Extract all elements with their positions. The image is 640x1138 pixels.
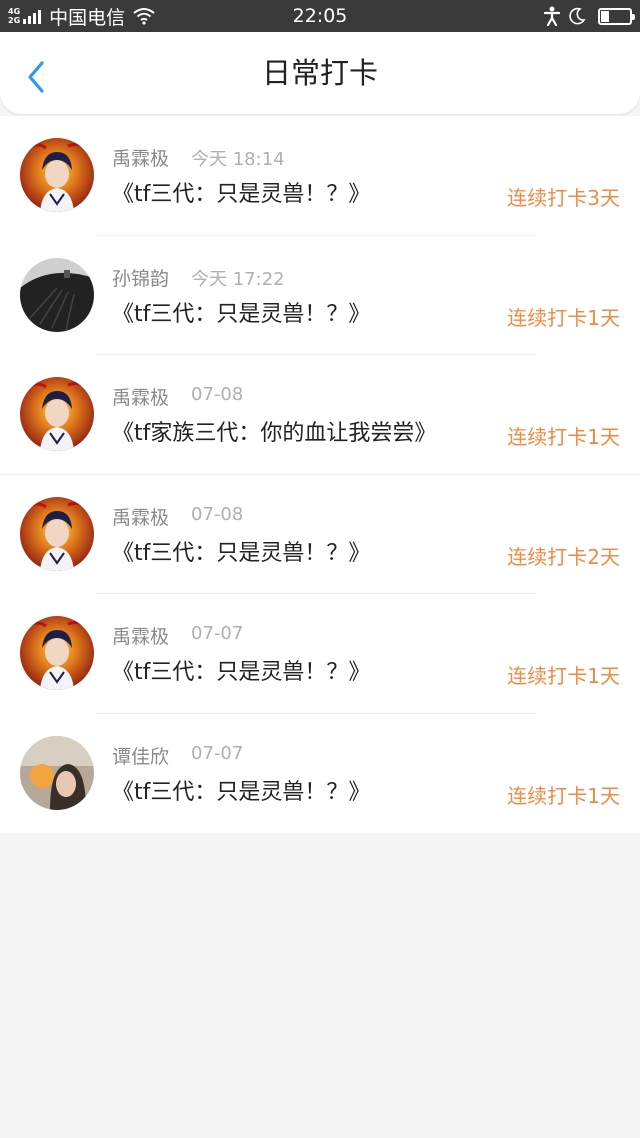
post-time: 今天 17:22	[191, 268, 285, 290]
avatar[interactable]	[20, 377, 94, 451]
avatar[interactable]	[20, 616, 94, 690]
streak-badge: 连续打卡1天	[507, 664, 620, 688]
avatar[interactable]	[20, 257, 94, 332]
user-name[interactable]: 禹霖极	[112, 144, 169, 171]
avatar[interactable]	[20, 496, 94, 571]
post-title[interactable]: 《tf三代：只是灵兽！？》	[112, 654, 370, 686]
user-name[interactable]: 谭佳欣	[112, 742, 169, 769]
user-name[interactable]: 禹霖极	[112, 622, 169, 649]
streak-badge: 连续打卡1天	[507, 305, 620, 330]
user-name[interactable]: 禹霖极	[112, 383, 169, 410]
streak-badge: 连续打卡1天	[507, 425, 620, 449]
list-item[interactable]: 禹霖极 07-08 《tf家族三代：你的血让我尝尝》 连续打卡1天	[0, 355, 640, 475]
list-item[interactable]: 孙锦韵 今天 17:22 《tf三代：只是灵兽！？》 连续打卡1天	[0, 236, 640, 355]
accessibility-icon	[544, 6, 560, 26]
checkin-list: 禹霖极 今天 18:14 《tf三代：只是灵兽！？》 连续打卡3天 孙锦韵 今天…	[0, 116, 640, 833]
post-title[interactable]: 《tf三代：只是灵兽！？》	[112, 176, 370, 208]
post-title[interactable]: 《tf三代：只是灵兽！？》	[112, 535, 370, 567]
streak-badge: 连续打卡2天	[507, 544, 620, 569]
battery-level	[601, 10, 610, 22]
avatar[interactable]	[20, 138, 94, 212]
fan-avatar-image	[20, 257, 94, 332]
streak-badge: 连续打卡3天	[507, 186, 620, 210]
girl-avatar-image	[20, 735, 94, 810]
avatar[interactable]	[20, 735, 94, 810]
post-time: 07-08	[191, 503, 244, 525]
list-item[interactable]: 禹霖极 07-08 《tf三代：只是灵兽！？》 连续打卡2天	[0, 475, 640, 594]
post-time: 07-07	[191, 742, 244, 764]
battery-icon	[598, 7, 635, 25]
portrait-avatar-image	[20, 496, 94, 571]
portrait-avatar-image	[20, 616, 94, 690]
page-title: 日常打卡	[261, 56, 378, 90]
post-time: 07-07	[191, 623, 244, 644]
user-name[interactable]: 禹霖极	[112, 503, 169, 530]
list-item[interactable]: 谭佳欣 07-07 《tf三代：只是灵兽！？》 连续打卡1天	[0, 714, 640, 834]
list-item[interactable]: 禹霖极 今天 18:14 《tf三代：只是灵兽！？》 连续打卡3天	[0, 116, 640, 236]
post-title[interactable]: 《tf家族三代：你的血让我尝尝》	[112, 415, 436, 447]
post-title[interactable]: 《tf三代：只是灵兽！？》	[112, 296, 370, 328]
post-time: 今天 18:14	[191, 149, 285, 170]
header: 日常打卡	[0, 32, 640, 114]
do-not-disturb-moon-icon	[569, 7, 586, 25]
portrait-avatar-image	[20, 377, 94, 451]
list-item[interactable]: 禹霖极 07-07 《tf三代：只是灵兽！？》 连续打卡1天	[0, 594, 640, 714]
post-time: 07-08	[191, 384, 244, 405]
streak-badge: 连续打卡1天	[507, 783, 620, 808]
post-title[interactable]: 《tf三代：只是灵兽！？》	[112, 774, 370, 806]
user-name[interactable]: 孙锦韵	[112, 264, 169, 291]
portrait-avatar-image	[20, 138, 94, 212]
